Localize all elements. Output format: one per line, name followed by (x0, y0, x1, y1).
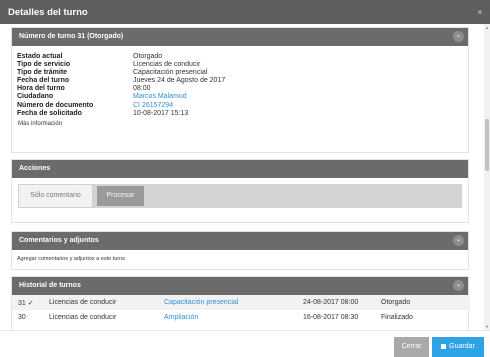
date-cell: 16-08-2017 08:30 (303, 314, 359, 321)
save-icon (441, 343, 447, 349)
comments-panel-header[interactable]: Comentarios y adjuntos ⌄ (12, 232, 468, 250)
turn-number: 31 (18, 299, 26, 307)
field-value-servicio: Licencias de conducir (133, 61, 201, 69)
chevron-down-icon[interactable]: ⌄ (453, 31, 464, 42)
document-link[interactable]: CI 26157294 (133, 102, 173, 109)
actions-panel: Acciones Sólo comentario Procesar (11, 159, 469, 223)
field-label-servicio: Tipo de servicio (17, 61, 71, 69)
history-title: Historial de turnos (19, 282, 81, 289)
field-value-tramite: Capacitación presencial (133, 69, 208, 77)
scroll-thumb[interactable] (485, 119, 489, 171)
field-label-ciudadano: Ciudadano (17, 93, 54, 101)
history-panel-header[interactable]: Historial de turnos ⌄ (12, 277, 468, 295)
turn-details: Estado actual Otorgado Tipo de servicio Li… (12, 46, 468, 118)
turn-info-title: Número de turno 31 (Otorgado) (19, 33, 124, 40)
citizen-link[interactable]: Marcos Malamud (133, 93, 187, 100)
comments-title: Comentarios y adjuntos (19, 237, 99, 244)
table-row[interactable]: 31 ✓ Licencias de conducir Capacitación … (12, 295, 470, 310)
close-button[interactable]: Cerrar (394, 337, 429, 357)
modal-header: Detalles del turno × (0, 0, 490, 24)
field-label-tramite: Tipo de trámite (17, 69, 68, 77)
modal-title: Detalles del turno (8, 7, 88, 18)
modal-body: Número de turno 31 (Otorgado) ⌄ Estado a… (0, 24, 484, 330)
turn-info-panel-header[interactable]: Número de turno 31 (Otorgado) ⌄ (12, 28, 468, 46)
table-row[interactable]: 30 Licencias de conducir Ampliación 16-0… (12, 310, 470, 325)
comments-panel: Comentarios y adjuntos ⌄ Agregar comenta… (11, 231, 469, 270)
turn-info-panel: Número de turno 31 (Otorgado) ⌄ Estado a… (11, 27, 469, 153)
save-button[interactable]: Guardar (432, 337, 484, 357)
chevron-down-icon[interactable]: ⌄ (453, 280, 464, 291)
modal-footer: Cerrar Guardar (0, 330, 490, 357)
turn-details-modal: Detalles del turno × Número de turno 31 … (0, 0, 490, 357)
field-value-fecha: Jueves 24 de Agosto de 2017 (133, 77, 226, 85)
close-icon[interactable]: × (477, 8, 482, 17)
more-info-link[interactable]: Más información (18, 121, 62, 127)
action-toolbar: Sólo comentario Procesar (18, 184, 462, 208)
vertical-scrollbar[interactable]: ▲ ▼ (484, 24, 490, 330)
field-label-solicitado: Fecha de solicitado (17, 109, 82, 117)
turn-number: 30 (18, 314, 26, 321)
tramite-link[interactable]: Capacitación presencial (164, 295, 303, 310)
comment-only-tab[interactable]: Sólo comentario (18, 184, 93, 208)
field-value-hora: 08:00 (133, 85, 151, 93)
date-cell: 24-08-2017 08:00 (303, 295, 381, 310)
field-label-estado: Estado actual (17, 53, 63, 60)
field-label-documento: Número de documento (17, 101, 94, 109)
field-label-fecha: Fecha del turno (17, 77, 70, 85)
status-cell: Finalizado (381, 314, 413, 321)
actions-title: Acciones (19, 165, 51, 172)
actions-body: Sólo comentario Procesar (12, 178, 468, 223)
process-button[interactable]: Procesar (97, 186, 144, 206)
field-value-solicitado: 10-08-2017 15:13 (133, 109, 189, 117)
comments-body: Agregar comentarios y adjuntos a este tu… (12, 250, 468, 270)
service-cell: Licencias de conducir (49, 314, 117, 321)
field-label-hora: Hora del turno (17, 85, 65, 93)
scroll-down-icon[interactable]: ▼ (485, 324, 489, 329)
history-table: 31 ✓ Licencias de conducir Capacitación … (12, 295, 470, 325)
check-icon: ✓ (27, 299, 34, 307)
scroll-up-icon[interactable]: ▲ (485, 25, 489, 30)
tramite-link[interactable]: Ampliación (164, 310, 303, 325)
field-value-estado: Otorgado (133, 53, 163, 60)
history-panel: Historial de turnos ⌄ 31 ✓ Licencias de … (11, 276, 470, 330)
save-button-label: Guardar (449, 343, 475, 350)
comments-text: Agregar comentarios y adjuntos a este tu… (17, 256, 126, 262)
status-cell: Otorgado (381, 295, 470, 310)
actions-panel-header: Acciones (12, 160, 468, 178)
service-cell: Licencias de conducir (49, 295, 164, 310)
chevron-down-icon[interactable]: ⌄ (453, 235, 464, 246)
